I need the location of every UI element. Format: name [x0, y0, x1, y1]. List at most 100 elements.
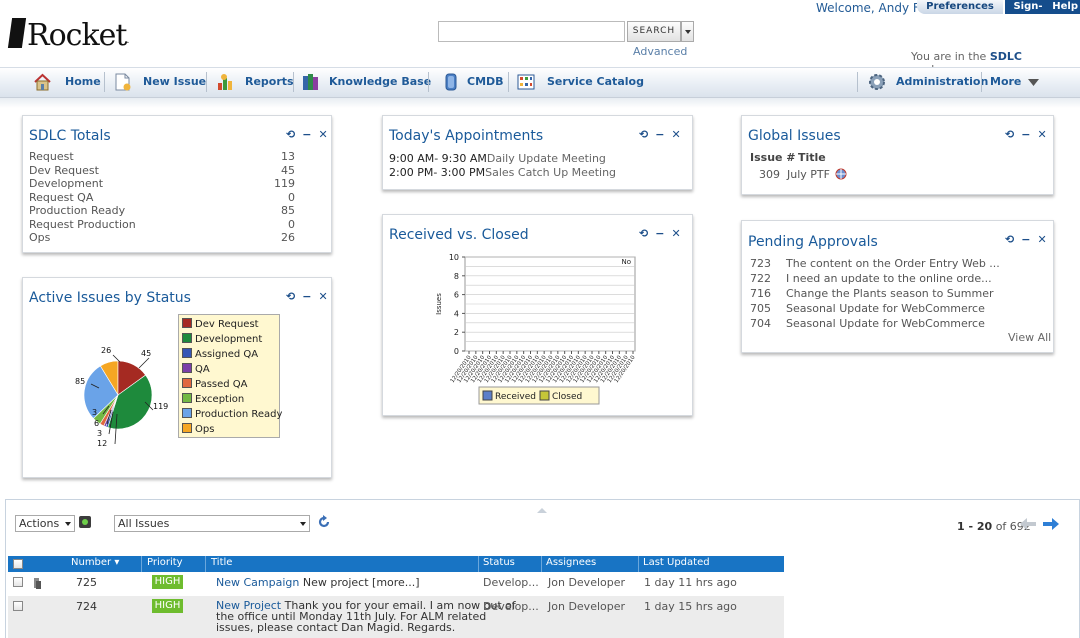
logo-text: Rocket: [27, 18, 127, 53]
appointment-item[interactable]: 9:00 AM- 9:30 AMDaily Update Meeting: [389, 152, 606, 165]
new-document-icon: [115, 73, 131, 91]
issue-number[interactable]: 725: [76, 576, 97, 589]
approval-number[interactable]: 716: [750, 287, 771, 300]
refresh-icon[interactable]: ⟲: [1005, 128, 1014, 141]
issue-status: Develop...: [483, 576, 539, 589]
close-icon[interactable]: ✕: [318, 290, 327, 303]
sdlc-total-label[interactable]: Dev Request: [29, 164, 99, 177]
refresh-icon[interactable]: ⟲: [639, 128, 648, 141]
col-number-header[interactable]: Number ▾: [71, 557, 119, 568]
approval-title[interactable]: Seasonal Update for WebCommerce: [786, 302, 985, 315]
nav-knowledge-base[interactable]: Knowledge Base: [302, 72, 431, 92]
nav-reports[interactable]: Reports: [216, 72, 294, 92]
search-input[interactable]: [438, 21, 625, 42]
global-issues-col-title: Title: [798, 151, 826, 164]
close-icon[interactable]: ✕: [1037, 128, 1046, 141]
nav-service-catalog[interactable]: Service Catalog: [517, 72, 644, 92]
approval-number[interactable]: 723: [750, 257, 771, 270]
close-icon[interactable]: ✕: [671, 128, 680, 141]
search-button[interactable]: SEARCH: [627, 21, 681, 42]
sdlc-total-label[interactable]: Development: [29, 177, 103, 190]
sdlc-total-label[interactable]: Ops: [29, 231, 50, 244]
sdlc-total-label[interactable]: Request QA: [29, 191, 93, 204]
panel-controls: ⟲ − ✕: [632, 128, 681, 141]
advanced-search-link[interactable]: Advanced: [633, 45, 687, 58]
help-button[interactable]: Help: [1051, 0, 1080, 14]
nav-cmdb[interactable]: CMDB: [442, 72, 504, 92]
column-divider: [141, 556, 142, 572]
issue-assignee: Jon Developer: [548, 576, 626, 589]
approval-title[interactable]: The content on the Order Entry Web ...: [786, 257, 1000, 270]
nav-administration[interactable]: Administration: [867, 72, 988, 92]
issue-title-link[interactable]: New Campaign: [216, 576, 299, 589]
logo-tm: .: [126, 36, 129, 46]
priority-badge: HIGH: [152, 599, 183, 613]
next-page-icon[interactable]: [1043, 518, 1059, 530]
select-all-checkbox[interactable]: [13, 559, 23, 569]
close-icon[interactable]: ✕: [1037, 233, 1046, 246]
nav-new-issue[interactable]: New Issue: [113, 72, 206, 92]
sdlc-total-label[interactable]: Request Production: [29, 218, 136, 231]
refresh-icon[interactable]: ⟲: [286, 290, 295, 303]
close-icon[interactable]: ✕: [318, 128, 327, 141]
go-icon[interactable]: [79, 516, 91, 528]
legend-label: Closed: [552, 392, 582, 402]
minimize-icon[interactable]: −: [655, 128, 664, 141]
col-last-updated-header[interactable]: Last Updated: [643, 557, 710, 568]
approval-title[interactable]: Seasonal Update for WebCommerce: [786, 317, 985, 330]
refresh-icon[interactable]: ⟲: [1005, 233, 1014, 246]
legend-label: QA: [195, 364, 210, 375]
preferences-button[interactable]: Preferences: [917, 0, 1003, 14]
refresh-icon[interactable]: ⟲: [639, 227, 648, 240]
refresh-list-icon[interactable]: [317, 515, 331, 529]
appointment-item[interactable]: 2:00 PM- 3:00 PMSales Catch Up Meeting: [389, 166, 616, 179]
sdlc-total-label[interactable]: Production Ready: [29, 204, 125, 217]
refresh-icon[interactable]: ⟲: [286, 128, 295, 141]
issue-number[interactable]: 724: [76, 600, 97, 613]
nav-home[interactable]: Home: [33, 72, 101, 92]
minimize-icon[interactable]: −: [1021, 233, 1030, 246]
col-title-header[interactable]: Title: [211, 557, 232, 568]
approval-title[interactable]: Change the Plants season to Summer: [786, 287, 994, 300]
nav-more-menu[interactable]: More: [990, 72, 1042, 92]
sdlc-total-label[interactable]: Request: [29, 150, 74, 163]
legend-item: Exception: [182, 393, 244, 405]
global-issue-title[interactable]: July PTF: [787, 168, 830, 181]
global-issues-panel: Global Issues ⟲ − ✕ Issue # Title 309 July…: [741, 115, 1054, 195]
minimize-icon[interactable]: −: [302, 290, 311, 303]
approval-number[interactable]: 705: [750, 302, 771, 315]
actions-dropdown[interactable]: Actions: [15, 515, 75, 532]
pager-range: 1 - 20: [957, 520, 993, 533]
previous-page-icon[interactable]: [1020, 518, 1036, 530]
minimize-icon[interactable]: −: [655, 227, 664, 240]
collapse-grip-icon[interactable]: [537, 508, 547, 513]
minimize-icon[interactable]: −: [302, 128, 311, 141]
global-issues-col-number: Issue #: [750, 151, 796, 164]
rocket-logo[interactable]: Rocket.: [7, 18, 129, 53]
issue-title[interactable]: New Project Thank you for your email. I …: [216, 600, 516, 633]
search-options-chevron-down-icon[interactable]: [681, 21, 694, 42]
view-all-link[interactable]: View All: [1008, 331, 1051, 344]
approval-title[interactable]: I need an update to the online orde...: [786, 272, 992, 285]
close-icon[interactable]: ✕: [671, 227, 680, 240]
row-checkbox[interactable]: [13, 601, 23, 611]
service-catalog-icon: [517, 74, 535, 90]
col-priority-header[interactable]: Priority: [147, 557, 183, 568]
view-filter-dropdown[interactable]: All Issues: [114, 515, 310, 532]
panel-controls: ⟲ − ✕: [279, 290, 328, 303]
issue-title[interactable]: New Campaign New project [more...]: [216, 576, 420, 589]
approval-number[interactable]: 722: [750, 272, 771, 285]
sign-out-button[interactable]: Sign-out: [1005, 0, 1051, 25]
col-number-label: Number: [71, 557, 112, 568]
row-checkbox[interactable]: [13, 577, 23, 587]
col-assignees-header[interactable]: Assignees: [546, 557, 596, 568]
legend-swatch: [182, 393, 192, 403]
minimize-icon[interactable]: −: [1021, 128, 1030, 141]
global-issue-number[interactable]: 309: [759, 168, 780, 181]
pending-approvals-panel: Pending Approvals ⟲ − ✕ 723 The content on …: [741, 220, 1054, 353]
pie-data-label: 119: [153, 402, 169, 411]
approval-number[interactable]: 704: [750, 317, 771, 330]
legend-label: Dev Request: [195, 319, 259, 330]
pie-data-label: 6: [94, 419, 100, 428]
col-status-header[interactable]: Status: [483, 557, 515, 568]
